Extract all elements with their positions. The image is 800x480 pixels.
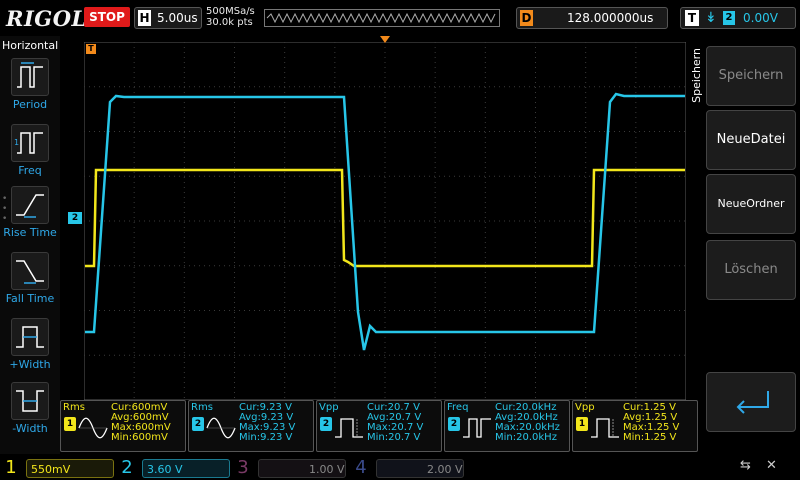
trigger-display[interactable]: T ↡ 2 0.00V [680,7,796,29]
timebase-display[interactable]: H 5.00us [134,7,202,29]
rms-waveform-icon [78,417,108,439]
period-icon [11,58,49,96]
speichern-button[interactable]: Speichern [706,46,796,106]
sidebar-item-negative-width[interactable]: -Width [0,382,60,446]
channel-scale: 3.60 V [142,459,230,478]
sidebar-item-freq[interactable]: 1 Freq [0,124,60,188]
measurement-min: Min:20.7 V [367,432,421,443]
mute-icon[interactable]: ✕ [766,458,777,473]
neue-ordner-button[interactable]: NeueOrdner [706,174,796,234]
measurement-min: Min:600mV [111,432,168,443]
measurement-channel-badge: 2 [192,417,204,431]
loeschen-button[interactable]: Löschen [706,240,796,300]
sidebar-item-positive-width[interactable]: +Width [0,318,60,382]
freq-waveform-icon [463,418,491,438]
channel-status-bar: 1 550mV 2 3.60 V 3 1.00 V 4 2.00 V ⇆ ✕ [0,454,800,480]
falling-edge-icon: ↡ [705,10,717,26]
channel-2-offset-marker[interactable]: 2 [68,212,82,224]
sidebar-item-label: Period [12,98,48,111]
timebase-value: 5.00us [157,11,198,25]
channel-number: 1 [5,457,17,478]
measurement-panel[interactable]: Rms 1 Cur:600mV Avg:600mV Max:600mV Min:600mV [60,400,186,452]
measurement-values: Cur:9.23 V Avg:9.23 V Max:9.23 V Min:9.23 V [239,403,295,443]
back-button[interactable] [706,372,796,432]
sidebar-item-label: +Width [9,358,51,371]
measurement-channel-badge: 1 [576,417,588,431]
memory-overview-bar [264,9,500,27]
usb-icon: ⇆ [740,458,751,473]
top-status-bar: RIGOL STOP H 5.00us 500MSa/s 30.0k pts D… [0,0,800,36]
channel-scale: 550mV [26,459,114,478]
memory-depth: 30.0k pts [206,17,253,28]
measurement-name: Rms [63,402,85,413]
measurement-name: Vpp [319,402,339,413]
sample-rate: 500MSa/s [206,6,255,17]
run-stop-indicator[interactable]: STOP [84,7,130,27]
sidebar-item-label: Freq [18,164,42,177]
waveform-svg [84,42,686,400]
acquisition-info: 500MSa/s 30.0k pts [206,6,255,28]
measurement-panel[interactable]: Vpp 1 Cur:1.25 V Avg:1.25 V Max:1.25 V Min:1.… [572,400,698,452]
measurement-min: Min:20.0kHz [495,432,557,443]
measurement-values: Cur:20.0kHz Avg:20.0kHz Max:20.0kHz Min:20.… [495,403,560,443]
delay-letter: D [520,10,533,26]
channel-number: 2 [121,457,133,478]
menu-title: Speichern [690,48,703,103]
timebase-letter: H [138,10,151,26]
measurement-name: Rms [191,402,213,413]
vpp-waveform-icon [335,418,363,438]
measurement-panel[interactable]: Freq 2 Cur:20.0kHz Avg:20.0kHz Max:20.0kHz Mi… [444,400,570,452]
measurement-values: Cur:1.25 V Avg:1.25 V Max:1.25 V Min:1.25 V [623,403,679,443]
measurement-channel-badge: 2 [320,417,332,431]
channel-scale: 2.00 V [376,459,464,478]
vpp-waveform-icon [591,418,619,438]
sidebar-item-label: -Width [12,422,48,435]
measurement-name: Freq [447,402,469,413]
rise-time-icon [11,186,49,224]
delay-display[interactable]: D 128.000000us [516,7,668,29]
measurement-panel[interactable]: Vpp 2 Cur:20.7 V Avg:20.7 V Max:20.7 V Min:20… [316,400,442,452]
memory-waveform-icon [266,12,496,24]
sidebar-item-label: Fall Time [5,292,55,305]
measurement-values: Cur:20.7 V Avg:20.7 V Max:20.7 V Min:20.7 V [367,403,423,443]
sidebar-item-period[interactable]: Period [0,58,60,122]
positive-width-icon [11,318,49,356]
trigger-letter: T [685,10,699,26]
center-time-marker-icon [380,36,390,43]
sidebar-title: Horizontal [2,39,59,52]
horizontal-measure-sidebar: Horizontal Period 1 Freq • • • Rise Time F… [0,36,60,454]
neue-datei-button[interactable]: NeueDatei [706,110,796,170]
save-softkey-menu: Speichern Speichern NeueDatei NeueOrdner… [688,36,800,454]
fall-time-icon [11,252,49,290]
measurement-name: Vpp [575,402,595,413]
sidebar-item-fall-time[interactable]: Fall Time [0,252,60,316]
svg-text:1: 1 [14,138,19,147]
measurement-panel[interactable]: Rms 2 Cur:9.23 V Avg:9.23 V Max:9.23 V Min:9.… [188,400,314,452]
measurement-channel-badge: 2 [448,417,460,431]
rms-waveform-icon [206,417,236,439]
freq-icon: 1 [11,124,49,162]
channel-number: 3 [237,457,249,478]
sidebar-item-rise-time[interactable]: Rise Time [0,186,60,250]
rigol-logo: RIGOL [6,6,87,31]
trigger-level-value: 0.00V [743,11,778,25]
measurement-values: Cur:600mV Avg:600mV Max:600mV Min:600mV [111,403,171,443]
return-arrow-icon [736,391,769,414]
measurement-channel-badge: 1 [64,417,76,431]
measurement-min: Min:1.25 V [623,432,677,443]
sidebar-item-label: Rise Time [3,226,57,239]
trigger-position-marker[interactable]: T [86,44,96,54]
measurement-min: Min:9.23 V [239,432,293,443]
negative-width-icon [11,382,49,420]
delay-value: 128.000000us [567,11,654,25]
waveform-display[interactable] [84,42,686,400]
channel-scale: 1.00 V [258,459,346,478]
trigger-source-badge: 2 [723,11,735,25]
channel-number: 4 [355,457,367,478]
